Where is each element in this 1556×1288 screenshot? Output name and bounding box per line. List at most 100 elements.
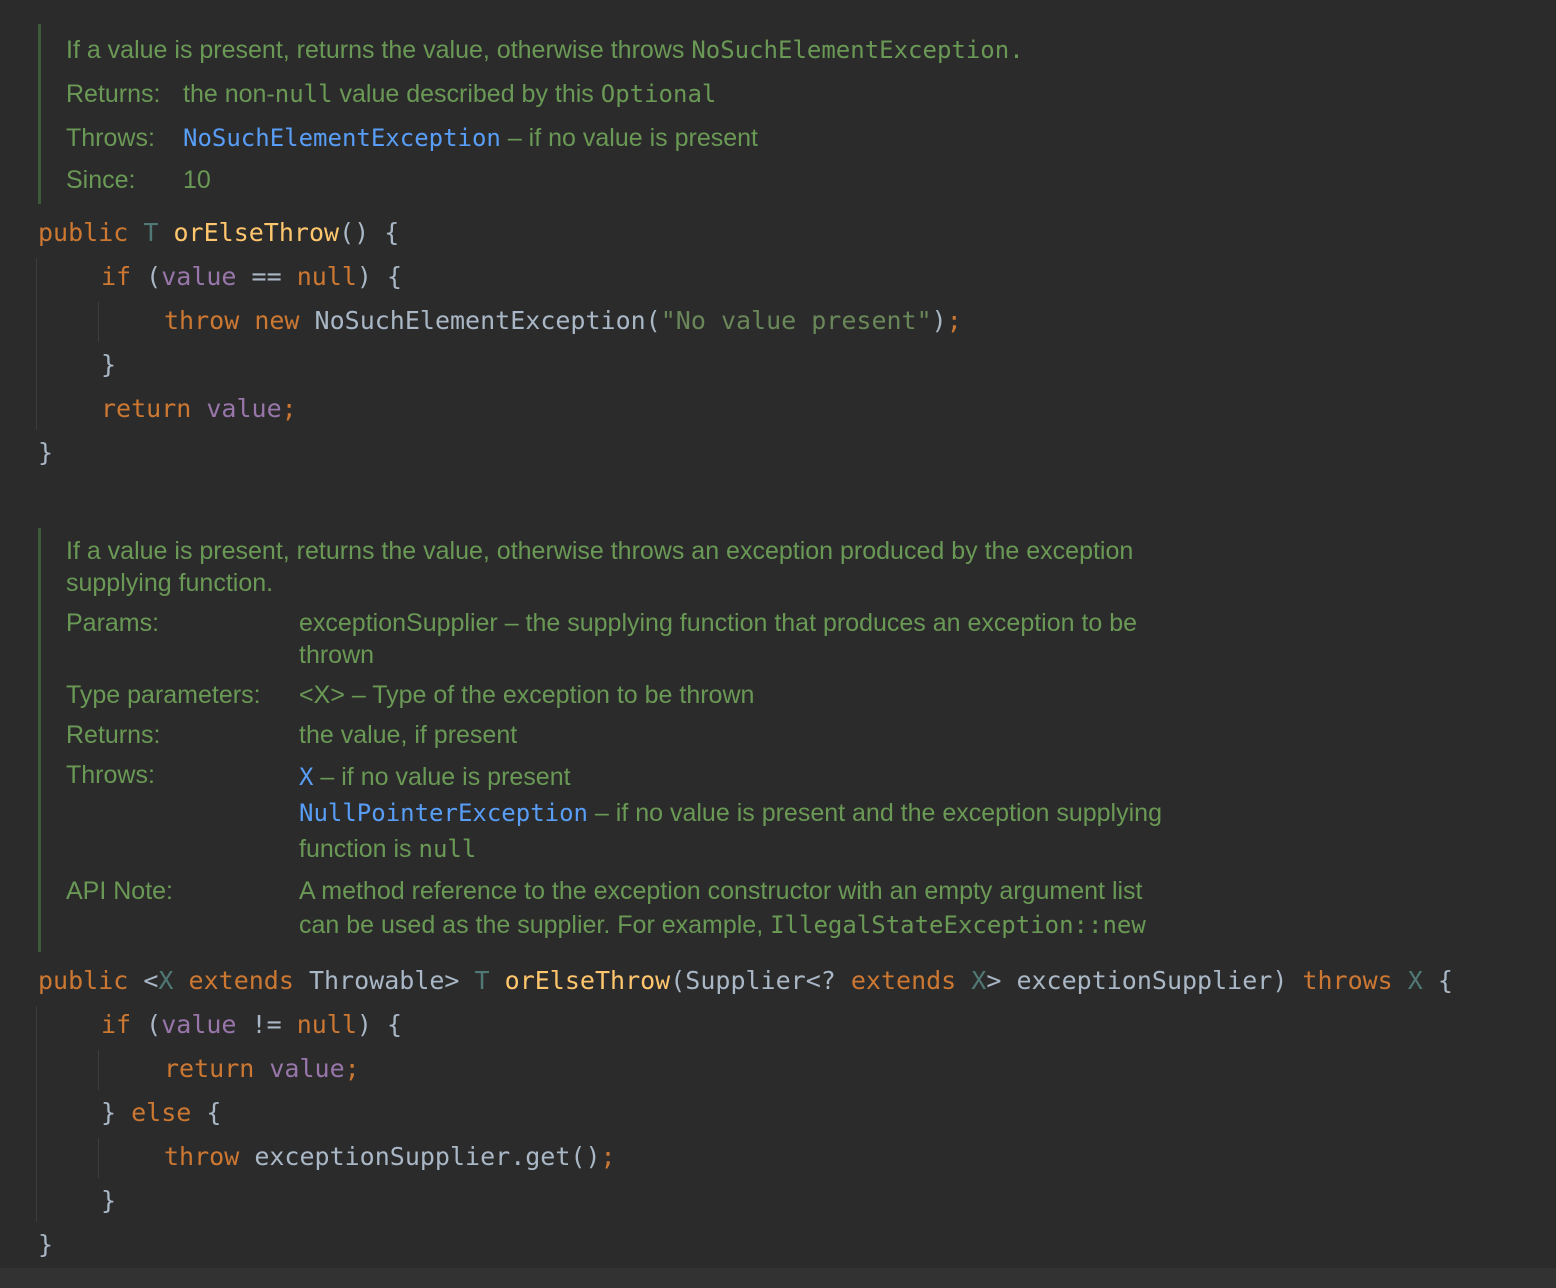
code-line: if (value != null) {	[101, 1010, 402, 1039]
doc-apinote-text: can be used as the supplier. For example…	[299, 911, 771, 939]
doc-since-label: Since:	[66, 166, 136, 194]
type-param: X	[158, 966, 174, 995]
doc-params-label: Params:	[66, 609, 160, 637]
field: value	[269, 1054, 345, 1083]
code-text: <	[128, 966, 159, 995]
method-name: orElseThrow	[173, 218, 340, 247]
semicolon: ;	[946, 306, 962, 335]
keyword: null	[296, 1010, 357, 1039]
code-line: } else {	[101, 1098, 221, 1127]
semicolon: ;	[344, 1054, 360, 1083]
doc-since-value: 10	[183, 166, 211, 194]
doc-throws-value: function is null	[299, 835, 476, 864]
type-link[interactable]: X	[299, 763, 313, 791]
code-line: }	[38, 1230, 54, 1259]
exception-link[interactable]: NullPointerException	[299, 799, 588, 827]
keyword: throw	[164, 1142, 240, 1171]
doc-typeparams-value: <X> – Type of the exception to be thrown	[299, 681, 755, 709]
code-line: public <X extends Throwable> T orElseThr…	[38, 966, 1453, 995]
code-text: (Supplier<?	[670, 966, 851, 995]
exception-link[interactable]: NoSuchElementException	[183, 124, 501, 152]
code-line: return value;	[101, 394, 297, 423]
indent-guide	[98, 1138, 99, 1178]
keyword: public	[38, 966, 129, 995]
indent-guide	[98, 302, 99, 342]
indent-guide	[98, 1050, 99, 1090]
doc-summary-line: supplying function.	[66, 569, 274, 597]
doc-summary-line: If a value is present, returns the value…	[66, 537, 1134, 565]
type-param: T	[474, 966, 490, 995]
doc-returns-code: Optional	[600, 80, 717, 108]
doc-returns-value: the non-null value described by this Opt…	[183, 80, 716, 109]
field: value	[161, 1010, 237, 1039]
doc-throws-value: NullPointerException – if no value is pr…	[299, 799, 1162, 828]
type-param: X	[971, 966, 987, 995]
field: value	[161, 262, 237, 291]
indent-guide	[36, 1006, 37, 1222]
keyword: return	[164, 1054, 255, 1083]
method-name: orElseThrow	[504, 966, 671, 995]
doc-returns-label: Returns:	[66, 721, 161, 749]
doc-throws-value: X – if no value is present	[299, 763, 571, 792]
type-param: X	[1407, 966, 1423, 995]
field: value	[206, 394, 282, 423]
keyword: extends	[850, 966, 957, 995]
code-text: (	[131, 262, 162, 291]
doc-throws-label: Throws:	[66, 761, 155, 789]
doc-typeparams-label: Type parameters:	[66, 681, 261, 709]
doc-apinote-code: IllegalStateException::new	[770, 911, 1146, 939]
code-text: {	[1422, 966, 1453, 995]
javadoc-orelsethrow-supplier: If a value is present, returns the value…	[38, 528, 1162, 952]
code-line: return value;	[164, 1054, 360, 1083]
keyword: if	[101, 262, 132, 291]
string-literal: "No value present"	[660, 306, 932, 335]
doc-throws-text: – if no value is present and the excepti…	[587, 799, 1162, 827]
doc-apinote-label: API Note:	[66, 877, 173, 905]
code-text: !=	[236, 1010, 297, 1039]
code-text: )	[931, 306, 947, 335]
editor-bottom-edge	[0, 1268, 1556, 1288]
keyword: public	[38, 218, 129, 247]
doc-returns-text: value described by this	[332, 80, 601, 108]
code-line: throw new NoSuchElementException("No val…	[164, 306, 962, 335]
code-line: public T orElseThrow() {	[38, 218, 399, 247]
keyword: return	[101, 394, 192, 423]
doc-throws-label: Throws:	[66, 124, 155, 152]
code-text: Throwable>	[293, 966, 475, 995]
doc-returns-label: Returns:	[66, 80, 161, 108]
code-line: }	[101, 350, 117, 379]
type-param: T	[143, 218, 159, 247]
doc-returns-code: null	[274, 80, 333, 108]
semicolon: ;	[281, 394, 297, 423]
code-text: }	[101, 1098, 132, 1127]
keyword: if	[101, 1010, 132, 1039]
doc-throws-code: null	[418, 835, 477, 863]
doc-params-value: thrown	[299, 641, 375, 669]
doc-throws-value: NoSuchElementException – if no value is …	[183, 124, 758, 153]
code-text: > exceptionSupplier)	[986, 966, 1303, 995]
javadoc-orelsethrow: If a value is present, returns the value…	[38, 24, 1024, 204]
code-text: ) {	[356, 1010, 403, 1039]
doc-returns-text: the non-	[183, 80, 275, 108]
code-text: ==	[236, 262, 297, 291]
code-text: {	[191, 1098, 222, 1127]
keyword: throws	[1302, 966, 1393, 995]
doc-throws-text: – if no value is present	[313, 763, 571, 791]
code-text: exceptionSupplier.get()	[239, 1142, 601, 1171]
keyword: extends	[188, 966, 294, 995]
keyword: else	[131, 1098, 192, 1127]
keyword: throw	[164, 306, 240, 335]
doc-throws-text: – if no value is present	[500, 124, 758, 152]
code-text: () {	[339, 218, 400, 247]
code-line: throw exceptionSupplier.get();	[164, 1142, 616, 1171]
code-text: ) {	[356, 262, 403, 291]
doc-throws-text: function is	[299, 835, 419, 863]
doc-summary-text: If a value is present, returns the value…	[66, 36, 692, 64]
keyword: new	[254, 306, 300, 335]
doc-apinote-value: can be used as the supplier. For example…	[299, 911, 1146, 940]
semicolon: ;	[600, 1142, 616, 1171]
doc-apinote-value: A method reference to the exception cons…	[299, 877, 1143, 905]
doc-summary: If a value is present, returns the value…	[66, 36, 1024, 65]
doc-summary-code: NoSuchElementException.	[691, 36, 1024, 64]
code-line: }	[101, 1186, 117, 1215]
